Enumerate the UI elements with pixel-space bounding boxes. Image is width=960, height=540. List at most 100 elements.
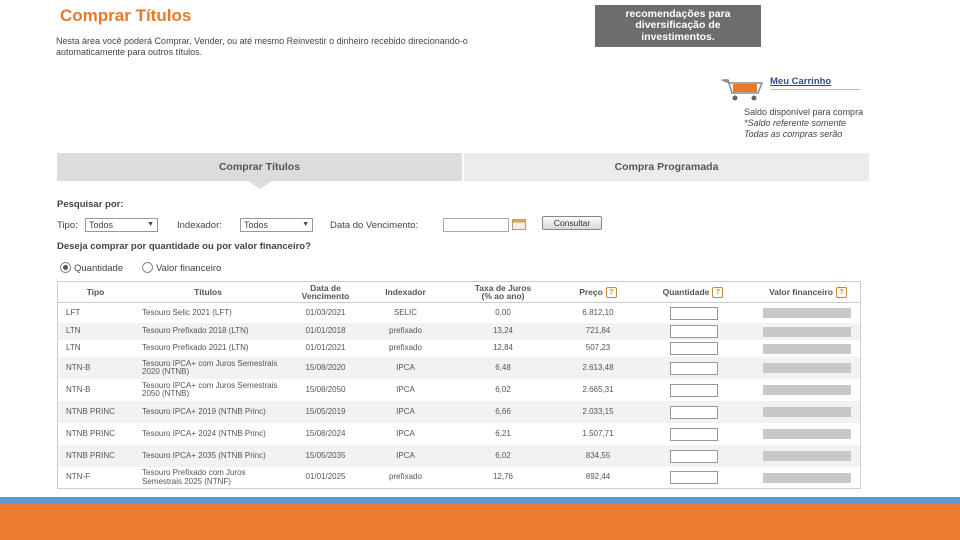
cell-tipo: NTNB PRINC <box>66 406 115 416</box>
quantity-input[interactable] <box>670 325 718 338</box>
table-row: LTN Tesouro Prefixado 2018 (LTN) 01/01/201… <box>58 323 860 340</box>
cell-preco: 6.812,10 <box>582 307 614 317</box>
header-preco: Preço ? <box>563 282 633 302</box>
tipo-select[interactable]: Todos ▼ <box>85 218 158 232</box>
header-quantidade-label: Quantidade <box>662 287 710 297</box>
purchase-note: Todas as compras serão <box>744 129 843 139</box>
calendar-icon[interactable] <box>512 218 526 230</box>
tab-bar: Comprar Títulos Compra Programada <box>57 153 869 189</box>
footer-stripe-orange <box>0 504 960 540</box>
cell-taxa: 12,84 <box>492 343 514 353</box>
table-row: NTNB PRINC Tesouro IPCA+ 2024 (NTNB Princ… <box>58 423 860 445</box>
indexador-value: Todos <box>244 220 269 230</box>
financial-value-field <box>763 407 851 417</box>
help-icon[interactable]: ? <box>712 286 724 298</box>
cell-vencimento: 15/08/2020 <box>305 362 346 372</box>
cell-indexador: IPCA <box>396 406 415 416</box>
filter-bar: Tipo: Todos ▼ Indexador: Todos ▼ Data do… <box>57 216 617 234</box>
table-row: NTN-B Tesouro IPCA+ com Juros Semestrais … <box>58 357 860 379</box>
cell-tipo: NTN-B <box>66 384 91 394</box>
cell-preco: 834,55 <box>585 450 611 460</box>
balance-info: Saldo disponível para compra *Saldo refe… <box>744 107 872 140</box>
cell-indexador: IPCA <box>396 384 415 394</box>
cell-preco: 507,23 <box>585 343 611 353</box>
dropdown-arrow-icon: ▼ <box>302 221 309 228</box>
consultar-button[interactable]: Consultar <box>542 216 602 230</box>
cell-preco: 2.033,15 <box>582 406 614 416</box>
cell-taxa: 12,76 <box>492 472 514 482</box>
cell-titulo: Tesouro IPCA+ 2024 (NTNB Princ) <box>142 428 266 438</box>
cell-taxa: 6,66 <box>495 406 511 416</box>
header-vencimento-line: Vencimento <box>301 291 350 301</box>
cell-vencimento: 01/01/2021 <box>305 343 346 353</box>
financial-value-field <box>763 473 851 483</box>
header-vencimento: Data de Vencimento <box>283 282 368 302</box>
cell-titulo: Tesouro IPCA+ com Juros Semestrais 2050 … <box>142 380 278 398</box>
header-quantidade: Quantidade ? <box>648 282 738 302</box>
cell-tipo: LFT <box>66 307 81 317</box>
investment-banner[interactable]: recomendações para diversificação de inv… <box>595 5 761 47</box>
tab-compra-programada[interactable]: Compra Programada <box>462 153 869 181</box>
header-taxa-line: (% ao ano) <box>481 291 525 301</box>
header-titulos: Títulos <box>194 287 222 297</box>
cell-taxa: 13,24 <box>492 326 514 336</box>
valor-financeiro-radio-label[interactable]: Valor financeiro <box>156 263 221 274</box>
cart-divider <box>770 89 860 90</box>
table-header: Tipo Títulos Data de Vencimento Indexado… <box>58 282 860 303</box>
cell-vencimento: 15/08/2024 <box>305 428 346 438</box>
cell-preco: 2.613,48 <box>582 362 614 372</box>
cell-vencimento: 15/08/2050 <box>305 384 346 394</box>
quantity-input[interactable] <box>670 406 718 419</box>
quantity-input[interactable] <box>670 362 718 375</box>
header-taxa: Taxa de Juros (% ao ano) <box>443 282 563 302</box>
cell-taxa: 6,02 <box>495 450 511 460</box>
financial-value-field <box>763 385 851 395</box>
cell-preco: 2.665,31 <box>582 384 614 394</box>
table-row: NTNB PRINC Tesouro IPCA+ 2019 (NTNB Princ… <box>58 401 860 423</box>
dropdown-arrow-icon: ▼ <box>147 221 154 228</box>
intro-text: Nesta área você poderá Comprar, Vender, … <box>56 36 468 57</box>
quantidade-radio-label[interactable]: Quantidade <box>74 263 123 274</box>
cell-taxa: 6,02 <box>495 384 511 394</box>
cell-preco: 721,84 <box>585 326 611 336</box>
cell-tipo: LTN <box>66 326 81 336</box>
cell-indexador: prefixado <box>389 326 422 336</box>
vencimento-label: Data do Vencimento: <box>330 220 419 231</box>
tipo-label: Tipo: <box>57 220 78 231</box>
cell-indexador: IPCA <box>396 428 415 438</box>
search-label: Pesquisar por: <box>57 199 124 210</box>
cell-titulo: Tesouro Prefixado 2021 (LTN) <box>142 343 249 353</box>
help-icon[interactable]: ? <box>605 286 617 298</box>
vencimento-input[interactable] <box>443 218 509 232</box>
help-icon[interactable]: ? <box>835 286 847 298</box>
cell-vencimento: 15/05/2019 <box>305 406 346 416</box>
shopping-cart-icon[interactable] <box>718 76 768 102</box>
financial-value-field <box>763 451 851 461</box>
quantity-input[interactable] <box>670 428 718 441</box>
cell-taxa: 0,00 <box>495 307 511 317</box>
titles-table: Tipo Títulos Data de Vencimento Indexado… <box>57 281 861 489</box>
cell-indexador: prefixado <box>389 343 422 353</box>
table-row: NTNB PRINC Tesouro IPCA+ 2035 (NTNB Princ… <box>58 445 860 467</box>
header-indexador: Indexador <box>385 287 426 297</box>
cell-titulo: Tesouro IPCA+ 2035 (NTNB Princ) <box>142 450 266 460</box>
cell-vencimento: 01/01/2025 <box>305 472 346 482</box>
cell-taxa: 6,48 <box>495 362 511 372</box>
indexador-select[interactable]: Todos ▼ <box>240 218 313 232</box>
banner-line: investimentos. <box>641 30 715 43</box>
quantity-input[interactable] <box>670 342 718 355</box>
purchase-mode-question: Deseja comprar por quantidade ou por val… <box>57 241 311 252</box>
quantity-input[interactable] <box>670 384 718 397</box>
my-cart-link[interactable]: Meu Carrinho <box>770 76 831 87</box>
valor-financeiro-radio[interactable] <box>142 262 153 273</box>
quantity-input[interactable] <box>670 471 718 484</box>
cell-taxa: 6,21 <box>495 428 511 438</box>
cell-vencimento: 15/05/2035 <box>305 450 346 460</box>
cell-titulo: Tesouro Prefixado com Juros Semestrais 2… <box>142 468 246 486</box>
quantity-input[interactable] <box>670 450 718 463</box>
quantidade-radio[interactable] <box>60 262 71 273</box>
quantity-input[interactable] <box>670 307 718 320</box>
header-valor: Valor financeiro ? <box>758 282 858 302</box>
header-tipo: Tipo <box>86 287 105 297</box>
tab-comprar-titulos[interactable]: Comprar Títulos <box>57 153 462 189</box>
